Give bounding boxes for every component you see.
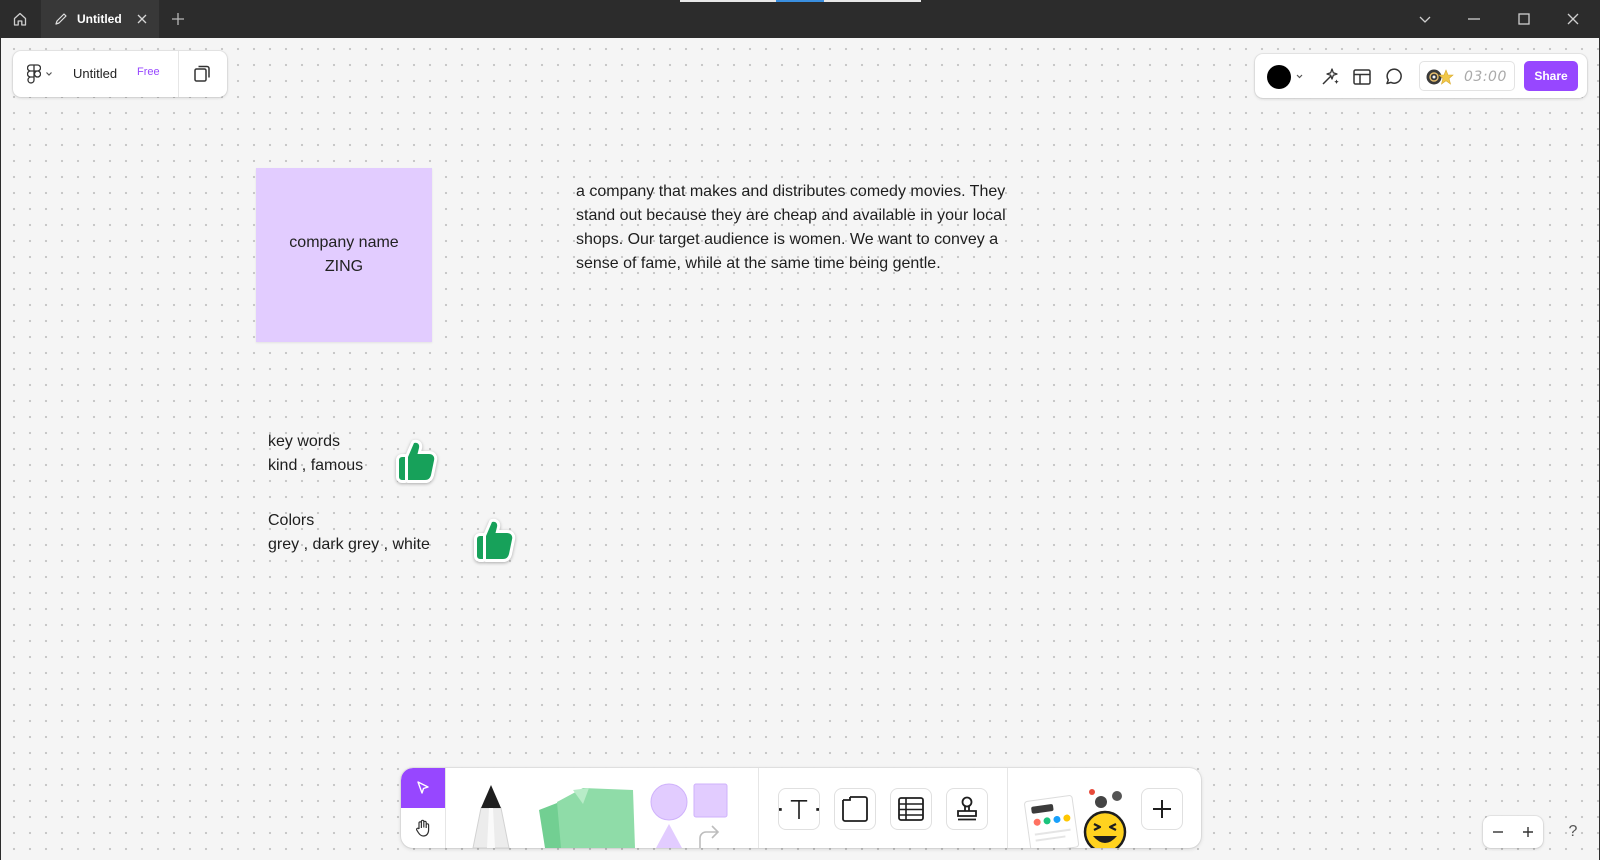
plus-icon [1153, 800, 1171, 818]
zoom-controls [1483, 816, 1543, 848]
close-tab-icon[interactable] [135, 12, 149, 26]
zoom-in-icon[interactable] [1520, 824, 1536, 840]
colors-values: grey , dark grey , white [268, 536, 430, 553]
keywords-text[interactable]: key words kind , famous [268, 430, 363, 478]
timer[interactable]: 03:00 [1419, 61, 1515, 91]
cursor-icon [417, 781, 429, 794]
tab-untitled[interactable]: Untitled [41, 0, 159, 38]
comment-icon[interactable] [1383, 66, 1405, 88]
toolbar-divider [445, 768, 446, 848]
move-tool[interactable] [401, 768, 445, 808]
keywords-heading: key words [268, 433, 341, 450]
whiteboard-canvas[interactable]: Untitled Free 03:00 Share company name Z… [1, 38, 1599, 860]
figjam-file-icon [55, 13, 67, 25]
toolbar-divider [1007, 768, 1008, 848]
hand-icon [415, 819, 430, 837]
sticky-note-line-1: company name [289, 234, 399, 251]
ai-sparkle-icon[interactable] [1319, 66, 1341, 88]
zoom-out-icon[interactable] [1490, 824, 1506, 840]
sticky-note-tool-icon[interactable] [531, 784, 641, 848]
tab-label: Untitled [77, 12, 122, 26]
keywords-values: kind , famous [268, 457, 364, 474]
timer-music-icon [1426, 69, 1454, 85]
help-button[interactable]: ? [1558, 816, 1588, 848]
loading-progress-bar [680, 0, 921, 2]
thumbs-up-icon[interactable] [471, 514, 519, 566]
figma-logo-icon [27, 64, 41, 84]
text-tool-icon [779, 800, 819, 819]
creation-toolbar [401, 768, 1201, 848]
plan-badge[interactable]: Free [137, 66, 160, 78]
title-bar: Untitled [0, 0, 1600, 38]
toolbar-divider [758, 768, 759, 848]
right-toolbar: 03:00 Share [1255, 54, 1587, 98]
marker-tool-icon[interactable] [469, 782, 513, 848]
thumbs-up-icon[interactable] [393, 435, 441, 487]
stamp-tool-icon [957, 796, 977, 821]
maximize-icon[interactable] [1515, 10, 1533, 28]
chevron-down-icon[interactable] [1295, 72, 1304, 81]
templates-icon[interactable] [1351, 66, 1373, 88]
loading-progress-fill [776, 0, 825, 2]
colors-heading: Colors [268, 512, 315, 529]
minimize-icon[interactable] [1465, 10, 1483, 28]
file-panel: Untitled Free [13, 51, 227, 97]
main-menu-button[interactable] [27, 64, 53, 84]
home-icon[interactable] [0, 0, 40, 38]
close-window-icon[interactable] [1564, 10, 1582, 28]
panel-divider [178, 51, 179, 97]
file-name[interactable]: Untitled [73, 66, 117, 81]
timer-value: 03:00 [1464, 69, 1507, 85]
chevron-down-icon [46, 72, 52, 76]
stamp-tool[interactable] [946, 788, 988, 830]
hand-tool[interactable] [401, 808, 445, 848]
section-tool[interactable] [834, 788, 876, 830]
share-button[interactable]: Share [1524, 61, 1578, 91]
company-description-text[interactable]: a company that makes and distributes com… [576, 180, 1036, 276]
table-tool[interactable] [890, 788, 932, 830]
pages-icon[interactable] [191, 63, 213, 85]
new-tab-icon[interactable] [170, 11, 186, 27]
tabs-dropdown-icon[interactable] [1416, 10, 1434, 28]
more-tools-button[interactable] [1141, 788, 1183, 830]
widgets-tool-icon[interactable] [1023, 780, 1131, 848]
sticky-note-line-2: ZING [324, 258, 364, 275]
colors-text[interactable]: Colors grey , dark grey , white [268, 509, 430, 557]
shapes-tool-icon[interactable] [648, 782, 738, 848]
text-tool[interactable] [778, 788, 820, 830]
sticky-note[interactable]: company name ZING [256, 168, 432, 342]
table-tool-icon [898, 797, 924, 821]
color-picker-swatch[interactable] [1267, 65, 1291, 89]
section-tool-icon [842, 796, 868, 822]
